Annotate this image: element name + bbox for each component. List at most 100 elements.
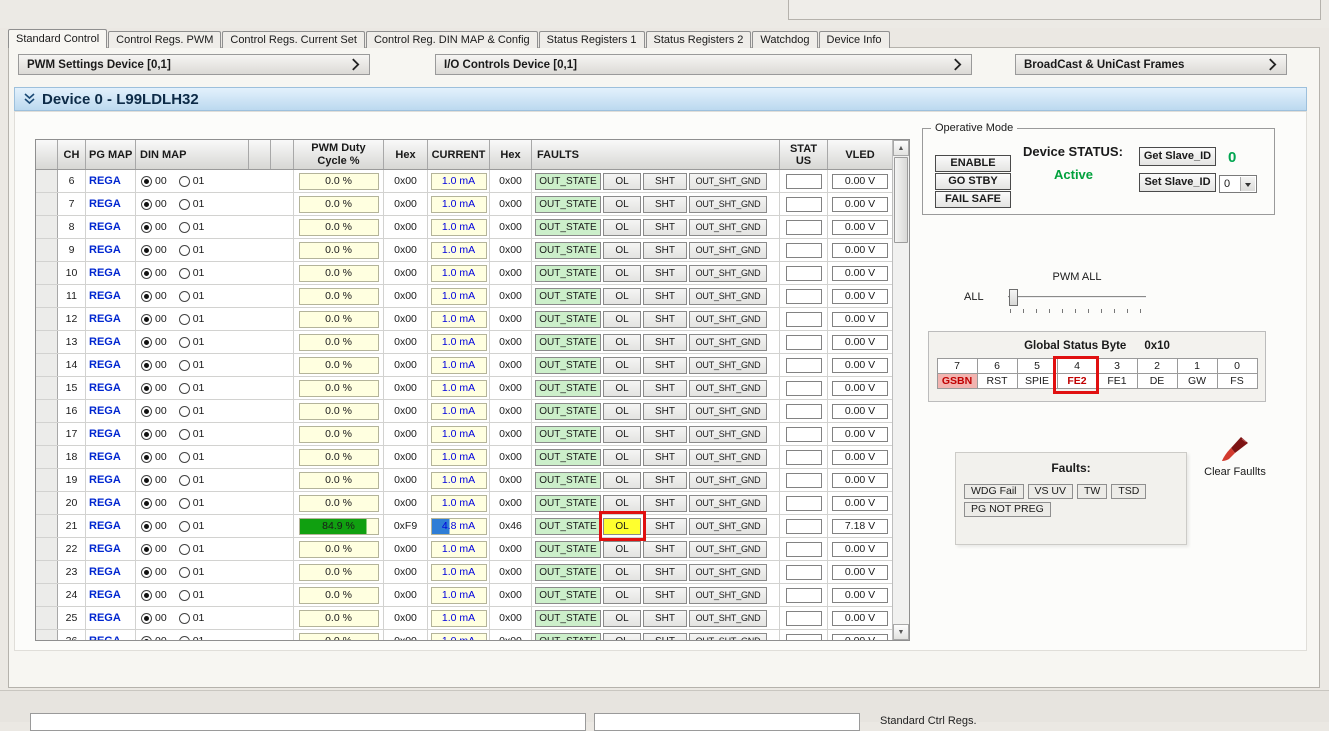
radio-din-00[interactable]: 00 bbox=[141, 313, 167, 325]
current-field[interactable]: 1.0 mA bbox=[431, 403, 487, 420]
radio-din-00[interactable]: 00 bbox=[141, 635, 167, 640]
current-field[interactable]: 1.0 mA bbox=[431, 219, 487, 236]
out-sht-gnd-button[interactable]: OUT_SHT_GND bbox=[689, 173, 767, 190]
out-state-button[interactable]: OUT_STATE bbox=[535, 334, 601, 351]
pg-map-link[interactable]: REGA bbox=[89, 451, 121, 463]
pg-map-link[interactable]: REGA bbox=[89, 175, 121, 187]
radio-din-01[interactable]: 01 bbox=[179, 405, 205, 417]
radio-din-01[interactable]: 01 bbox=[179, 290, 205, 302]
radio-din-01[interactable]: 01 bbox=[179, 589, 205, 601]
tab-device-info[interactable]: Device Info bbox=[819, 31, 890, 48]
out-sht-gnd-button[interactable]: OUT_SHT_GND bbox=[689, 357, 767, 374]
fail-safe-button[interactable]: FAIL SAFE bbox=[935, 191, 1011, 208]
current-field[interactable]: 1.0 mA bbox=[431, 610, 487, 627]
sht-button[interactable]: SHT bbox=[643, 426, 687, 443]
pg-map-link[interactable]: REGA bbox=[89, 612, 121, 624]
out-sht-gnd-button[interactable]: OUT_SHT_GND bbox=[689, 196, 767, 213]
sht-button[interactable]: SHT bbox=[643, 196, 687, 213]
pwm-duty-field[interactable]: 0.0 % bbox=[299, 288, 379, 305]
out-state-button[interactable]: OUT_STATE bbox=[535, 403, 601, 420]
ol-button[interactable]: OL bbox=[603, 334, 641, 351]
pwm-duty-field[interactable]: 0.0 % bbox=[299, 426, 379, 443]
pg-map-link[interactable]: REGA bbox=[89, 520, 121, 532]
radio-din-00[interactable]: 00 bbox=[141, 290, 167, 302]
fault-wdg-fail[interactable]: WDG Fail bbox=[964, 484, 1024, 499]
pg-map-link[interactable]: REGA bbox=[89, 635, 121, 640]
out-sht-gnd-button[interactable]: OUT_SHT_GND bbox=[689, 311, 767, 328]
pwm-duty-field[interactable]: 0.0 % bbox=[299, 173, 379, 190]
tab-control-reg-din-map-config[interactable]: Control Reg. DIN MAP & Config bbox=[366, 31, 538, 48]
current-field[interactable]: 1.0 mA bbox=[431, 173, 487, 190]
fault-tw[interactable]: TW bbox=[1077, 484, 1107, 499]
out-sht-gnd-button[interactable]: OUT_SHT_GND bbox=[689, 380, 767, 397]
current-field[interactable]: 1.0 mA bbox=[431, 449, 487, 466]
ol-button[interactable]: OL bbox=[603, 587, 641, 604]
pwm-duty-field[interactable]: 0.0 % bbox=[299, 610, 379, 627]
sht-button[interactable]: SHT bbox=[643, 564, 687, 581]
sht-button[interactable]: SHT bbox=[643, 472, 687, 489]
current-field[interactable]: 1.0 mA bbox=[431, 311, 487, 328]
pwm-duty-field[interactable]: 0.0 % bbox=[299, 380, 379, 397]
sht-button[interactable]: SHT bbox=[643, 403, 687, 420]
radio-din-00[interactable]: 00 bbox=[141, 589, 167, 601]
sht-button[interactable]: SHT bbox=[643, 541, 687, 558]
radio-din-01[interactable]: 01 bbox=[179, 520, 205, 532]
out-state-button[interactable]: OUT_STATE bbox=[535, 472, 601, 489]
out-sht-gnd-button[interactable]: OUT_SHT_GND bbox=[689, 518, 767, 535]
ol-button[interactable]: OL bbox=[603, 426, 641, 443]
radio-din-01[interactable]: 01 bbox=[179, 497, 205, 509]
slider-track[interactable] bbox=[1008, 296, 1146, 299]
radio-din-00[interactable]: 00 bbox=[141, 382, 167, 394]
out-sht-gnd-button[interactable]: OUT_SHT_GND bbox=[689, 472, 767, 489]
current-field[interactable]: 1.0 mA bbox=[431, 472, 487, 489]
scroll-down-button[interactable]: ▼ bbox=[893, 624, 909, 640]
out-state-button[interactable]: OUT_STATE bbox=[535, 380, 601, 397]
ol-button[interactable]: OL bbox=[603, 564, 641, 581]
radio-din-01[interactable]: 01 bbox=[179, 566, 205, 578]
out-sht-gnd-button[interactable]: OUT_SHT_GND bbox=[689, 334, 767, 351]
pwm-duty-field[interactable]: 0.0 % bbox=[299, 633, 379, 641]
pwm-duty-field[interactable]: 0.0 % bbox=[299, 242, 379, 259]
current-field[interactable]: 1.0 mA bbox=[431, 357, 487, 374]
out-sht-gnd-button[interactable]: OUT_SHT_GND bbox=[689, 403, 767, 420]
sht-button[interactable]: SHT bbox=[643, 265, 687, 282]
radio-din-00[interactable]: 00 bbox=[141, 612, 167, 624]
current-field[interactable]: 1.0 mA bbox=[431, 288, 487, 305]
get-slave-id-button[interactable]: Get Slave_ID bbox=[1139, 147, 1216, 166]
radio-din-01[interactable]: 01 bbox=[179, 313, 205, 325]
ol-button[interactable]: OL bbox=[603, 196, 641, 213]
pwm-duty-field[interactable]: 84.9 % bbox=[299, 518, 379, 535]
slave-id-select[interactable]: 0 bbox=[1219, 175, 1257, 193]
radio-din-00[interactable]: 00 bbox=[141, 221, 167, 233]
radio-din-01[interactable]: 01 bbox=[179, 612, 205, 624]
clear-faults-button[interactable]: Clear Faullts bbox=[1196, 436, 1274, 478]
pwm-all-slider[interactable] bbox=[1006, 284, 1148, 314]
ol-button[interactable]: OL bbox=[603, 518, 641, 535]
out-sht-gnd-button[interactable]: OUT_SHT_GND bbox=[689, 587, 767, 604]
out-state-button[interactable]: OUT_STATE bbox=[535, 357, 601, 374]
sht-button[interactable]: SHT bbox=[643, 219, 687, 236]
out-state-button[interactable]: OUT_STATE bbox=[535, 265, 601, 282]
ol-button[interactable]: OL bbox=[603, 610, 641, 627]
pg-map-link[interactable]: REGA bbox=[89, 359, 121, 371]
ol-button[interactable]: OL bbox=[603, 495, 641, 512]
pg-map-link[interactable]: REGA bbox=[89, 221, 121, 233]
tab-control-regs-current-set[interactable]: Control Regs. Current Set bbox=[222, 31, 365, 48]
pg-map-link[interactable]: REGA bbox=[89, 589, 121, 601]
radio-din-00[interactable]: 00 bbox=[141, 244, 167, 256]
ol-button[interactable]: OL bbox=[603, 265, 641, 282]
pwm-duty-field[interactable]: 0.0 % bbox=[299, 472, 379, 489]
pwm-duty-field[interactable]: 0.0 % bbox=[299, 403, 379, 420]
slider-thumb[interactable] bbox=[1009, 289, 1018, 306]
current-field[interactable]: 1.0 mA bbox=[431, 380, 487, 397]
pg-map-link[interactable]: REGA bbox=[89, 566, 121, 578]
out-sht-gnd-button[interactable]: OUT_SHT_GND bbox=[689, 265, 767, 282]
pwm-duty-field[interactable]: 0.0 % bbox=[299, 311, 379, 328]
pg-map-link[interactable]: REGA bbox=[89, 198, 121, 210]
out-state-button[interactable]: OUT_STATE bbox=[535, 587, 601, 604]
current-field[interactable]: 1.0 mA bbox=[431, 334, 487, 351]
radio-din-00[interactable]: 00 bbox=[141, 497, 167, 509]
pg-map-link[interactable]: REGA bbox=[89, 474, 121, 486]
out-sht-gnd-button[interactable]: OUT_SHT_GND bbox=[689, 426, 767, 443]
sht-button[interactable]: SHT bbox=[643, 173, 687, 190]
